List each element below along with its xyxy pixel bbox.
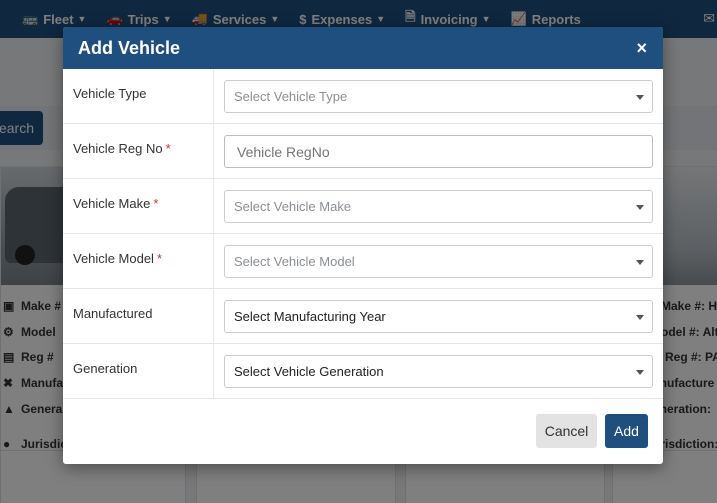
form-row-generation: Generation Select Vehicle Generation <box>63 344 663 399</box>
modal-footer: Cancel Add <box>63 399 663 464</box>
cancel-button[interactable]: Cancel <box>536 414 597 448</box>
field-label: Vehicle Make * <box>63 179 214 233</box>
field-cell: Select Vehicle Type <box>214 69 663 123</box>
reg-no-label: Vehicle Reg No <box>73 141 163 156</box>
dropdown-arrow-icon <box>636 260 644 265</box>
field-cell: Select Vehicle Make <box>214 179 663 233</box>
add-vehicle-modal: Add Vehicle × Vehicle Type Select Vehicl… <box>63 27 663 464</box>
required-asterisk: * <box>156 251 163 266</box>
select-value: Select Vehicle Generation <box>234 364 384 379</box>
vehicle-reg-no-input[interactable] <box>224 135 653 168</box>
dropdown-arrow-icon <box>636 315 644 320</box>
field-cell: Select Vehicle Model <box>214 234 663 288</box>
field-cell: Select Manufacturing Year <box>214 289 663 343</box>
close-icon[interactable]: × <box>636 39 647 57</box>
modal-title: Add Vehicle <box>78 37 181 58</box>
field-cell: Select Vehicle Generation <box>214 344 663 398</box>
vehicle-type-label: Vehicle Type <box>73 86 147 101</box>
vehicle-model-label: Vehicle Model <box>73 251 154 266</box>
vehicle-generation-select[interactable]: Select Vehicle Generation <box>224 355 653 388</box>
add-button[interactable]: Add <box>605 414 648 448</box>
vehicle-make-select[interactable]: Select Vehicle Make <box>224 190 653 223</box>
required-asterisk: * <box>153 196 159 211</box>
form-row-reg-no: Vehicle Reg No * <box>63 124 663 179</box>
select-value: Select Vehicle Make <box>234 199 352 214</box>
vehicle-model-select[interactable]: Select Vehicle Model <box>224 245 653 278</box>
vehicle-make-label: Vehicle Make <box>73 196 151 211</box>
form-row-manufactured: Manufactured Select Manufacturing Year <box>63 289 663 344</box>
form-row-vehicle-make: Vehicle Make * Select Vehicle Make <box>63 179 663 234</box>
field-label: Vehicle Reg No * <box>63 124 214 178</box>
select-value: Select Vehicle Model <box>234 254 355 269</box>
field-label: Vehicle Type <box>63 69 214 123</box>
field-cell <box>214 124 663 178</box>
dropdown-arrow-icon <box>636 205 644 210</box>
form-row-vehicle-type: Vehicle Type Select Vehicle Type <box>63 69 663 124</box>
dropdown-arrow-icon <box>636 370 644 375</box>
form-row-vehicle-model: Vehicle Model * Select Vehicle Model <box>63 234 663 289</box>
select-value: Select Manufacturing Year <box>234 309 386 324</box>
dropdown-arrow-icon <box>636 95 644 100</box>
field-label: Vehicle Model * <box>63 234 214 288</box>
required-asterisk: * <box>165 141 171 156</box>
field-label: Generation <box>63 344 214 398</box>
select-value: Select Vehicle Type <box>234 89 348 104</box>
manufactured-label: Manufactured <box>73 306 153 321</box>
modal-header: Add Vehicle × <box>63 27 663 69</box>
generation-label: Generation <box>73 361 138 376</box>
vehicle-type-select[interactable]: Select Vehicle Type <box>224 80 653 113</box>
manufacturing-year-select[interactable]: Select Manufacturing Year <box>224 300 653 333</box>
field-label: Manufactured <box>63 289 214 343</box>
